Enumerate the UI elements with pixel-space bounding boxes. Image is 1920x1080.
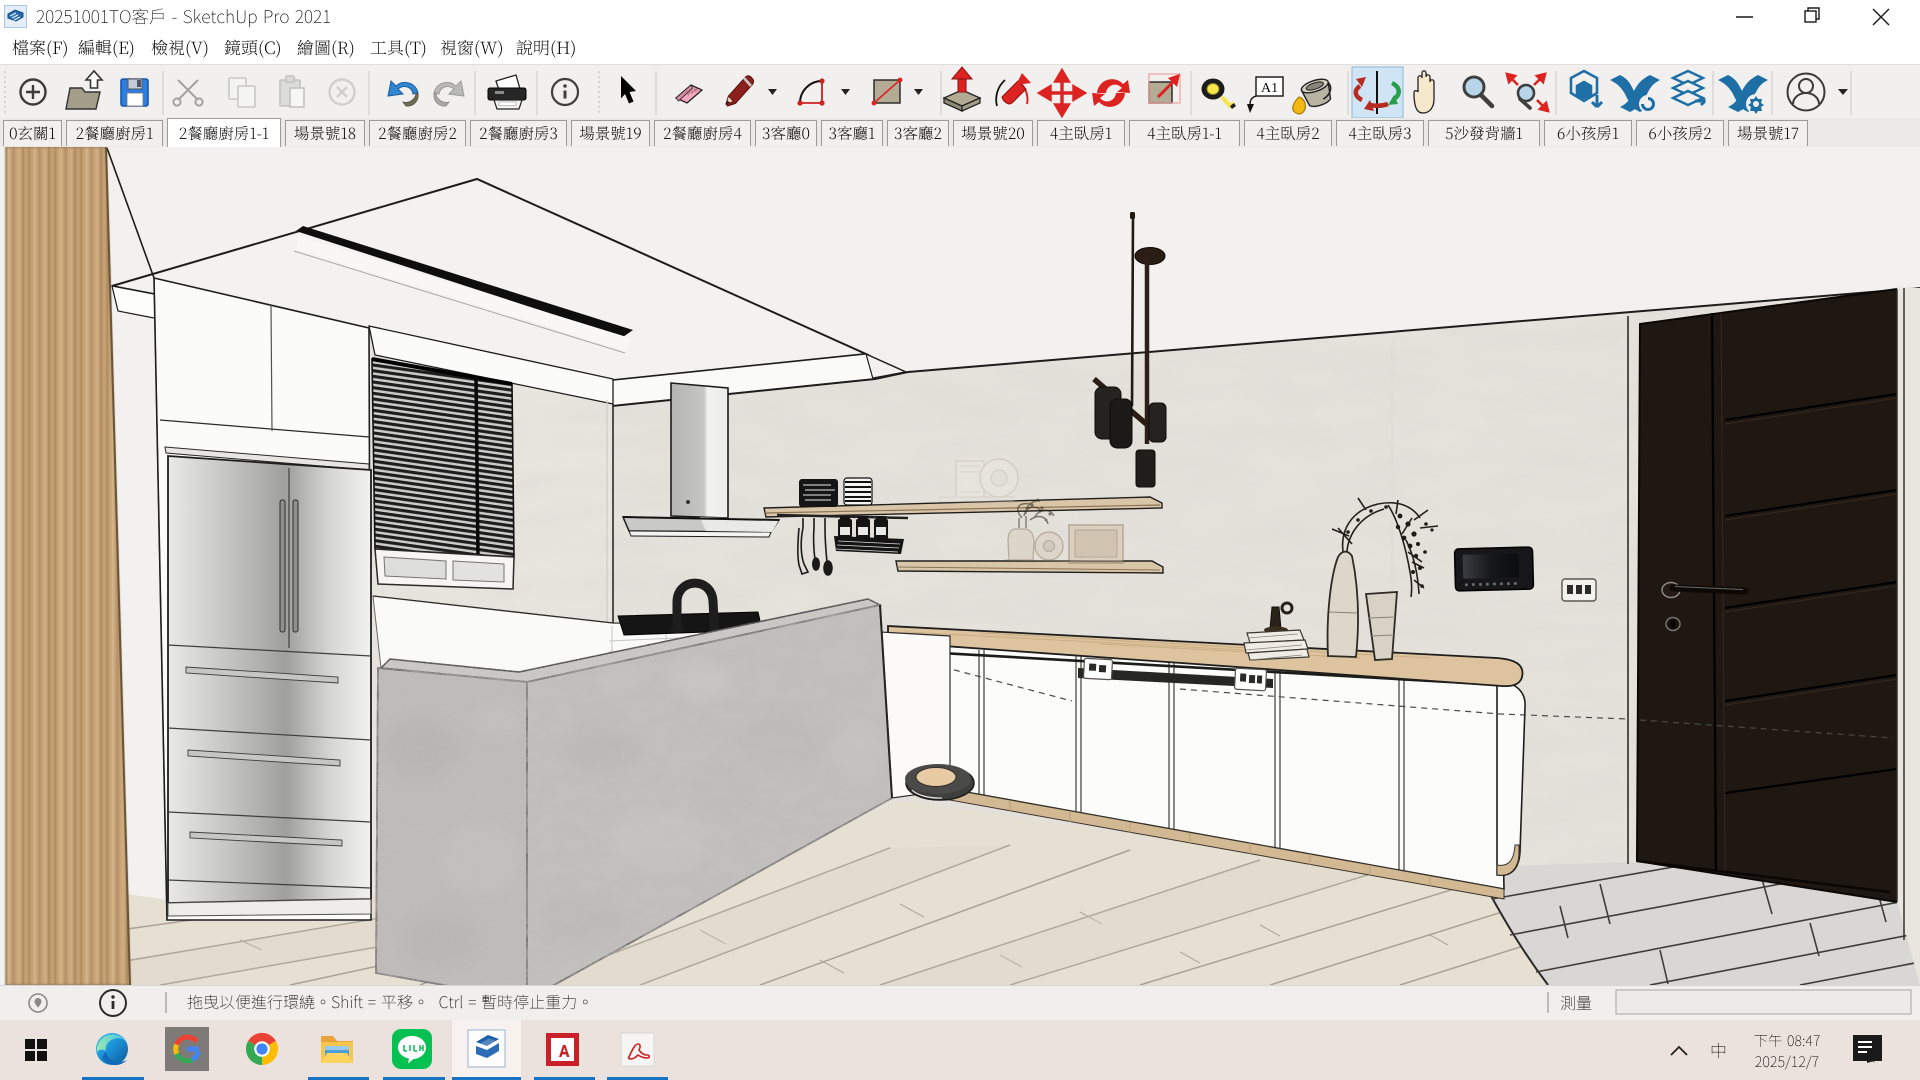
svg-text:A1: A1	[1261, 81, 1278, 96]
